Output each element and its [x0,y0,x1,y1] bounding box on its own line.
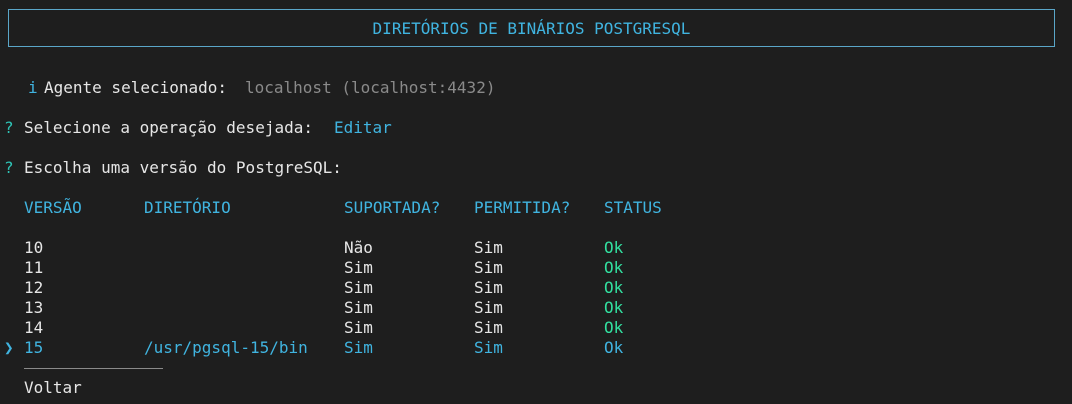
row-allowed: Sim [474,298,503,317]
column-header-directory: DIRETÓRIO [144,198,231,217]
question-icon: ? [4,118,14,137]
page-title: DIRETÓRIOS DE BINÁRIOS POSTGRESQL [372,19,691,38]
table-row[interactable]: 14 Sim Sim Ok [0,318,1072,338]
row-allowed: Sim [474,258,503,277]
row-status: Ok [604,298,624,317]
table-row[interactable]: 11 Sim Sim Ok [0,258,1072,278]
row-status: Ok [604,258,624,277]
selection-cursor-icon: ❯ [4,338,14,357]
row-directory: /usr/pgsql-15/bin [144,338,308,357]
row-supported: Sim [344,298,373,317]
row-allowed: Sim [474,318,503,337]
column-header-status: STATUS [604,198,662,217]
row-status: Ok [604,318,624,337]
row-supported: Sim [344,278,373,297]
table-row[interactable]: 13 Sim Sim Ok [0,298,1072,318]
row-allowed: Sim [474,338,503,357]
agent-label: Agente selecionado: [44,78,228,97]
title-box: DIRETÓRIOS DE BINÁRIOS POSTGRESQL [8,9,1055,47]
separator [24,368,163,369]
version-prompt-line: ? Escolha uma versão do PostgreSQL: [0,158,342,178]
table-row-selected[interactable]: ❯ 15 /usr/pgsql-15/bin Sim Sim Ok [0,338,1072,358]
version-prompt-label: Escolha uma versão do PostgreSQL: [24,158,342,177]
table-row[interactable]: 10 Não Sim Ok [0,238,1072,258]
row-supported: Sim [344,338,373,357]
operation-line: ? Selecione a operação desejada: Editar [0,118,392,138]
row-version: 15 [24,338,44,357]
row-status: Ok [604,278,624,297]
row-supported: Não [344,238,373,257]
info-icon: i [28,78,38,97]
row-supported: Sim [344,258,373,277]
operation-label: Selecione a operação desejada: [24,118,313,137]
agent-value: localhost (localhost:4432) [245,78,496,97]
row-version: 12 [24,278,44,297]
row-version: 11 [24,258,44,277]
row-allowed: Sim [474,278,503,297]
column-header-supported: SUPORTADA? [344,198,441,217]
row-version: 10 [24,238,44,257]
table-row[interactable]: 12 Sim Sim Ok [0,278,1072,298]
back-option[interactable]: Voltar [24,378,82,398]
column-header-version: VERSÃO [24,198,82,217]
row-allowed: Sim [474,238,503,257]
table-header: VERSÃO DIRETÓRIO SUPORTADA? PERMITIDA? S… [0,198,1072,218]
row-status: Ok [604,338,624,357]
row-status: Ok [604,238,624,257]
row-supported: Sim [344,318,373,337]
operation-value: Editar [334,118,392,137]
agent-line: i Agente selecionado: localhost (localho… [0,78,495,98]
row-version: 14 [24,318,44,337]
column-header-allowed: PERMITIDA? [474,198,571,217]
row-version: 13 [24,298,44,317]
question-icon: ? [4,158,14,177]
